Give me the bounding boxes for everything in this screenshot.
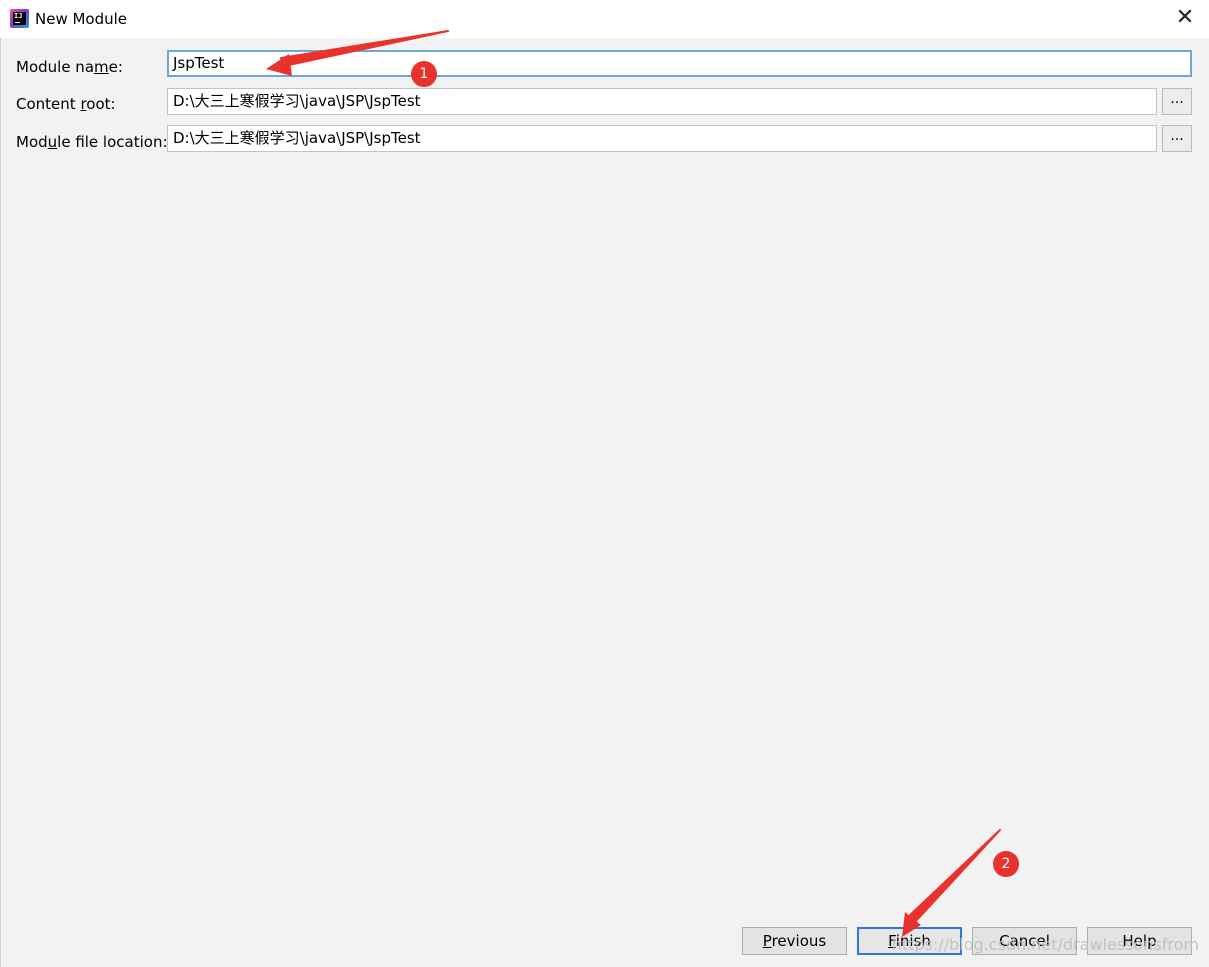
module-file-location-browse-button[interactable]: ... [1162,125,1192,152]
intellij-app-icon: IJ [10,9,29,28]
annotation-arrow-2 [902,829,1001,937]
content-root-browse-button[interactable]: ... [1162,88,1192,115]
module-file-location-label: Module file location: [16,133,168,151]
close-icon[interactable]: ✕ [1175,7,1195,29]
content-root-input[interactable]: D:\大三上寒假学习\java\JSP\JspTest [167,88,1157,115]
window-title: New Module [35,10,128,28]
watermark-text: https://blog.csdn.net/drawlessonsfrom [891,935,1199,954]
window-border [0,38,1,967]
module-name-label: Module name: [16,58,123,76]
previous-button[interactable]: Previous [742,927,847,955]
annotation-badge-1: 1 [411,61,437,87]
module-name-input[interactable]: JspTest [167,50,1192,77]
module-file-location-input[interactable]: D:\大三上寒假学习\java\JSP\JspTest [167,125,1157,152]
content-root-label: Content root: [16,95,116,113]
annotation-badge-2: 2 [993,851,1019,877]
title-bar: IJ New Module ✕ [0,0,1209,38]
